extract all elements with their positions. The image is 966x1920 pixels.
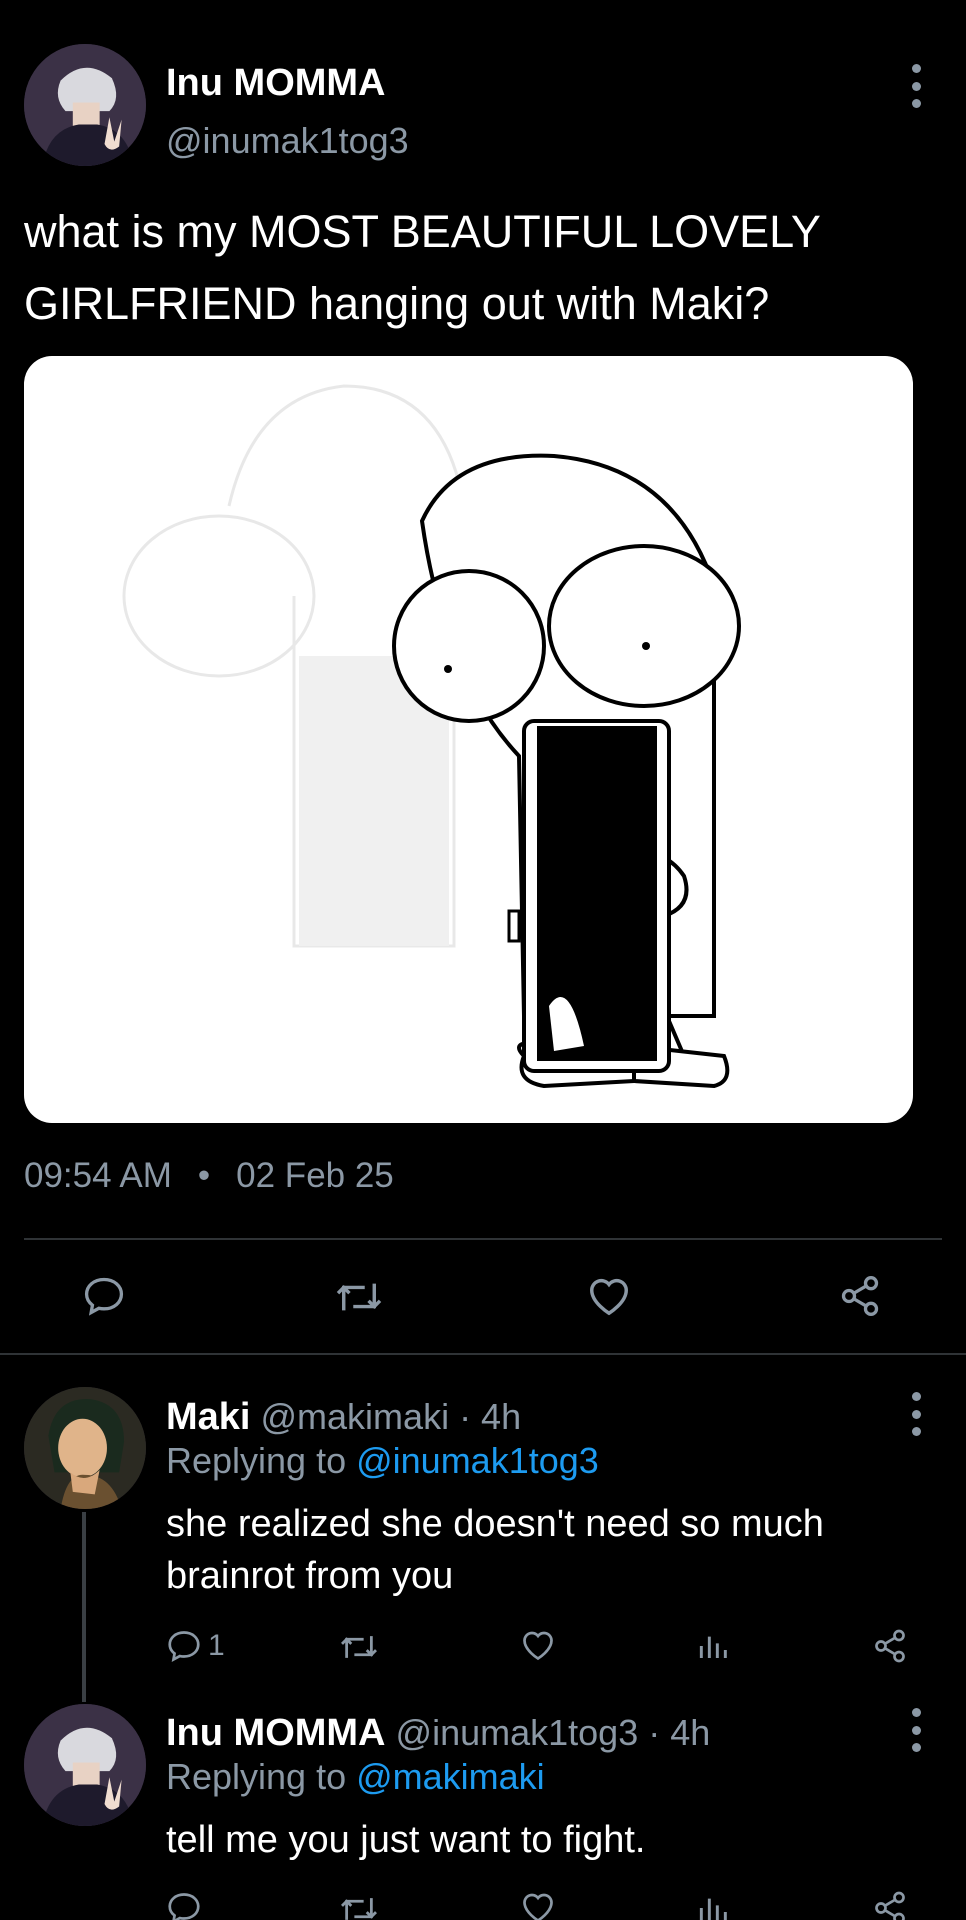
reply-icon bbox=[168, 1893, 200, 1920]
like-icon bbox=[590, 1278, 628, 1316]
replier-avatar[interactable] bbox=[24, 1704, 146, 1826]
share-icon bbox=[841, 1276, 879, 1316]
replying-to-link[interactable]: @makimaki bbox=[356, 1756, 545, 1797]
views-button[interactable] bbox=[696, 1892, 728, 1920]
views-button[interactable] bbox=[696, 1630, 728, 1662]
retweet-icon bbox=[341, 1636, 377, 1658]
like-button[interactable] bbox=[520, 1628, 556, 1662]
tweet-text: what is my MOST BEAUTIFUL LOVELY GIRLFRI… bbox=[24, 206, 821, 329]
like-icon bbox=[523, 1631, 553, 1661]
author-handle[interactable]: @inumak1tog3 bbox=[166, 120, 409, 162]
reply-icon bbox=[168, 1631, 200, 1663]
author-avatar[interactable] bbox=[24, 44, 146, 166]
share-icon bbox=[875, 1629, 905, 1663]
views-icon bbox=[699, 1636, 727, 1658]
share-button[interactable] bbox=[872, 1628, 908, 1664]
retweet-icon bbox=[336, 1283, 382, 1311]
replying-to-link[interactable]: @inumak1tog3 bbox=[356, 1440, 599, 1481]
like-icon bbox=[523, 1893, 553, 1920]
replier-name[interactable]: Maki bbox=[166, 1396, 250, 1438]
reply-header: Inu MOMMA @inumak1tog3 · 4h bbox=[166, 1712, 710, 1755]
reply-button[interactable]: 1 bbox=[166, 1628, 225, 1664]
author-name[interactable]: Inu MOMMA bbox=[166, 62, 386, 105]
reply-text: tell me you just want to fight. bbox=[166, 1819, 646, 1861]
more-icon[interactable] bbox=[906, 1708, 926, 1752]
retweet-button[interactable] bbox=[338, 1630, 380, 1664]
thread-line bbox=[82, 1512, 86, 1702]
retweet-button[interactable] bbox=[338, 1892, 380, 1920]
tweet-timestamp[interactable]: 09:54 AM • 02 Feb 25 bbox=[24, 1156, 394, 1196]
replier-avatar[interactable] bbox=[24, 1387, 146, 1509]
reply-icon bbox=[84, 1277, 124, 1316]
reply-button[interactable] bbox=[82, 1274, 126, 1318]
reply-text: she realized she doesn't need so much br… bbox=[166, 1503, 824, 1597]
reply-header: Maki @makimaki · 4h bbox=[166, 1396, 521, 1439]
replying-prefix: Replying to bbox=[166, 1440, 357, 1481]
reply-button[interactable] bbox=[166, 1890, 202, 1920]
timestamp-separator: • bbox=[197, 1156, 211, 1195]
share-icon bbox=[875, 1891, 905, 1920]
tweet-date: 02 Feb 25 bbox=[236, 1156, 394, 1195]
retweet-button[interactable] bbox=[334, 1276, 384, 1318]
divider bbox=[0, 1353, 966, 1355]
tweet-media[interactable] bbox=[24, 356, 913, 1123]
cartoon-image bbox=[122, 384, 741, 1089]
replying-prefix: Replying to bbox=[166, 1756, 357, 1797]
replier-meta: @makimaki · 4h bbox=[260, 1396, 522, 1437]
reply-count: 1 bbox=[208, 1629, 225, 1662]
replying-to: Replying to @makimaki bbox=[166, 1756, 545, 1798]
replier-meta: @inumak1tog3 · 4h bbox=[395, 1712, 711, 1753]
share-button[interactable] bbox=[872, 1890, 908, 1920]
retweet-icon bbox=[341, 1898, 377, 1920]
share-button[interactable] bbox=[838, 1274, 882, 1318]
more-icon[interactable] bbox=[906, 1392, 926, 1436]
avatar-image bbox=[24, 1704, 146, 1826]
views-icon bbox=[699, 1898, 727, 1920]
tweet-time: 09:54 AM bbox=[24, 1156, 172, 1195]
like-button[interactable] bbox=[586, 1274, 632, 1318]
replier-name[interactable]: Inu MOMMA bbox=[166, 1712, 386, 1754]
avatar-image bbox=[24, 1387, 146, 1509]
replying-to: Replying to @inumak1tog3 bbox=[166, 1440, 599, 1482]
avatar-image bbox=[24, 44, 146, 166]
like-button[interactable] bbox=[520, 1890, 556, 1920]
divider bbox=[24, 1238, 942, 1240]
more-icon[interactable] bbox=[906, 64, 926, 108]
